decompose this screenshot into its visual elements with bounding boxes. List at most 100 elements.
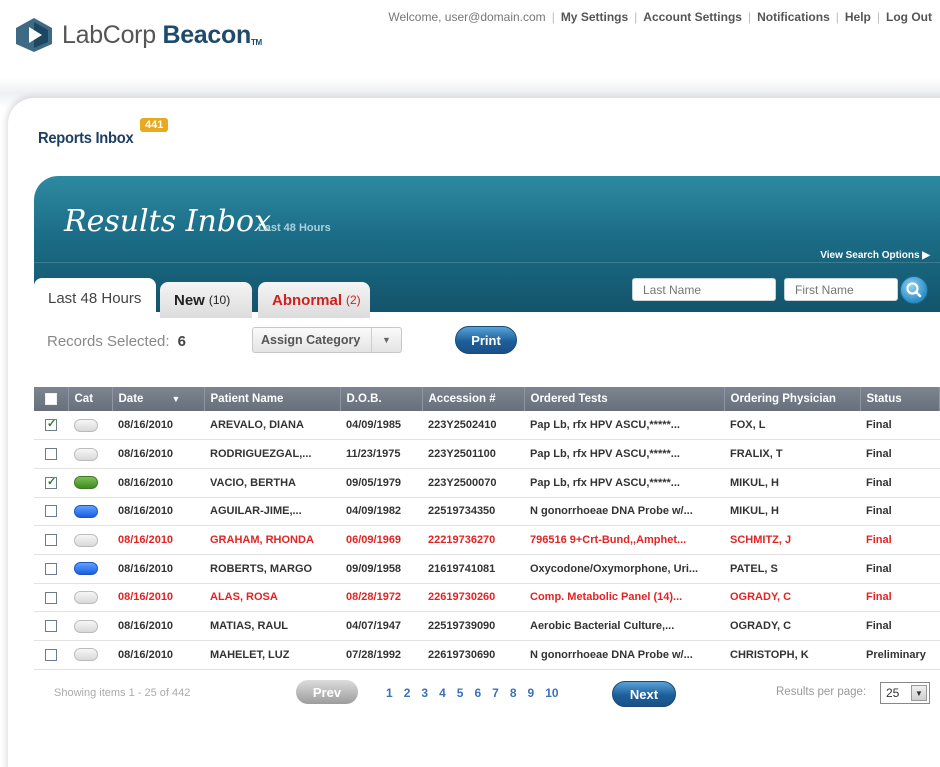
patient-name-cell: MATIAS, RAUL xyxy=(204,611,340,641)
status-cell: Final xyxy=(860,525,940,555)
dob-cell: 04/09/1985 xyxy=(340,411,422,441)
reports-inbox-link[interactable]: Reports Inbox xyxy=(38,130,134,148)
category-pill[interactable] xyxy=(74,590,98,604)
select-all-checkbox[interactable] xyxy=(44,392,57,405)
my-settings-link[interactable]: My Settings xyxy=(561,10,628,24)
category-pill[interactable] xyxy=(74,476,98,490)
ordering-physician-cell: MIKUL, H xyxy=(724,468,860,498)
category-pill[interactable] xyxy=(74,418,98,432)
row-checkbox-cell xyxy=(34,468,68,498)
column-header-ordering-physician[interactable]: Ordering Physician xyxy=(724,387,861,411)
status-cell: Preliminary xyxy=(860,640,940,670)
column-header-date[interactable]: Date ▼ xyxy=(112,387,205,411)
page-link[interactable]: 1 xyxy=(386,686,393,700)
column-header-patient-name[interactable]: Patient Name xyxy=(204,387,341,411)
category-cell xyxy=(68,468,112,498)
status-cell: Final xyxy=(860,611,940,641)
log-out-link[interactable]: Log Out xyxy=(886,10,932,24)
table-row[interactable]: 08/16/2010 GRAHAM, RHONDA 06/09/1969 222197… xyxy=(34,525,940,555)
page-link[interactable]: 4 xyxy=(439,686,446,700)
tab-last-48-hours[interactable]: Last 48 Hours xyxy=(34,278,156,318)
column-header-cat[interactable]: Cat xyxy=(68,387,113,411)
notifications-link[interactable]: Notifications xyxy=(757,10,830,24)
labcorp-beacon-logo[interactable]: LabCorp BeaconTM xyxy=(12,16,262,54)
row-checkbox[interactable] xyxy=(45,475,57,489)
chevron-down-icon: ▼ xyxy=(911,685,927,701)
row-checkbox[interactable] xyxy=(45,620,57,633)
row-checkbox[interactable] xyxy=(45,448,57,461)
row-checkbox[interactable] xyxy=(45,562,57,575)
assign-category-dropdown[interactable]: Assign Category ▼ xyxy=(252,327,402,353)
table-row[interactable]: 08/16/2010 MATIAS, RAUL 04/07/1947 22519739… xyxy=(34,611,940,641)
status-cell: Final xyxy=(860,497,940,527)
row-checkbox-cell xyxy=(34,497,68,527)
ordered-tests-cell: Pap Lb, rfx HPV ASCU,*****... xyxy=(524,439,724,469)
table-row[interactable]: 08/16/2010AREVALO, DIANA04/09/1985223Y25… xyxy=(34,411,940,441)
dob-cell: 11/23/1975 xyxy=(340,439,422,469)
prev-page-button[interactable]: Prev xyxy=(296,680,358,704)
tab-label: New xyxy=(174,291,205,309)
page-link[interactable]: 9 xyxy=(528,686,535,700)
tab-new[interactable]: New (10) xyxy=(160,282,252,318)
dob-cell: 09/09/1958 xyxy=(340,554,422,584)
logo-wordmark: LabCorp BeaconTM xyxy=(62,20,262,49)
page-link[interactable]: 7 xyxy=(492,686,499,700)
row-checkbox[interactable] xyxy=(45,505,57,518)
next-page-button[interactable]: Next xyxy=(612,681,676,707)
column-header-status[interactable]: Status xyxy=(860,387,940,411)
patient-name-cell: ROBERTS, MARGO xyxy=(204,554,340,584)
patient-name-cell: MAHELET, LUZ xyxy=(204,640,340,670)
table-header-row: Cat Date ▼ Patient Name D.O.B. Accession … xyxy=(34,387,940,411)
patient-name-cell: RODRIGUEZGAL,... xyxy=(204,439,340,469)
last-name-input[interactable] xyxy=(632,278,776,301)
table-row[interactable]: 08/16/2010VACIO, BERTHA09/05/1979223Y250… xyxy=(34,468,940,498)
row-checkbox-cell xyxy=(34,640,68,670)
search-icon xyxy=(906,282,922,298)
page-link[interactable]: 2 xyxy=(404,686,411,700)
table-row[interactable]: 08/16/2010 ROBERTS, MARGO 09/09/1958 216197… xyxy=(34,554,940,584)
status-cell: Final xyxy=(860,439,940,469)
page-link[interactable]: 5 xyxy=(457,686,464,700)
date-cell: 08/16/2010 xyxy=(112,611,204,641)
tab-abnormal[interactable]: Abnormal (2) xyxy=(258,282,370,318)
page-link[interactable]: 8 xyxy=(510,686,517,700)
row-checkbox[interactable] xyxy=(45,591,57,604)
column-header-dob[interactable]: D.O.B. xyxy=(340,387,423,411)
column-header-accession[interactable]: Accession # xyxy=(422,387,525,411)
pagination-summary: Showing items 1 - 25 of 442 xyxy=(54,687,191,699)
row-checkbox-cell xyxy=(34,554,68,584)
table-row[interactable]: 08/16/2010 AGUILAR-JIME,... 04/09/1982 2251… xyxy=(34,497,940,527)
tab-count: (10) xyxy=(208,293,231,307)
category-pill[interactable] xyxy=(74,619,98,633)
account-settings-link[interactable]: Account Settings xyxy=(643,10,742,24)
category-pill[interactable] xyxy=(74,504,98,518)
view-search-options-link[interactable]: View Search Options ▶ xyxy=(820,250,930,261)
help-link[interactable]: Help xyxy=(845,10,871,24)
dob-cell: 04/09/1982 xyxy=(340,497,422,527)
results-table: Cat Date ▼ Patient Name D.O.B. Accession … xyxy=(34,387,940,670)
page-link[interactable]: 10 xyxy=(545,686,558,700)
category-pill[interactable] xyxy=(74,533,98,547)
dob-cell: 04/07/1947 xyxy=(340,611,422,641)
row-checkbox[interactable] xyxy=(45,417,57,432)
category-cell xyxy=(68,497,112,527)
search-button[interactable] xyxy=(900,276,928,304)
results-per-page-select[interactable]: 25 ▼ xyxy=(880,682,930,704)
category-pill[interactable] xyxy=(74,562,98,576)
table-row[interactable]: 08/16/2010 RODRIGUEZGAL,... 11/23/1975 223Y… xyxy=(34,439,940,469)
records-selected-count: 6 xyxy=(177,333,186,350)
page-link[interactable]: 3 xyxy=(421,686,428,700)
table-row[interactable]: 08/16/2010 ALAS, ROSA 08/28/1972 2261973026… xyxy=(34,583,940,613)
first-name-input[interactable] xyxy=(784,278,898,301)
ordering-physician-cell: OGRADY, C xyxy=(724,583,860,613)
column-header-ordered-tests[interactable]: Ordered Tests xyxy=(524,387,725,411)
print-button[interactable]: Print xyxy=(455,326,517,354)
table-row[interactable]: 08/16/2010 MAHELET, LUZ 07/28/1992 22619730… xyxy=(34,640,940,670)
page-link[interactable]: 6 xyxy=(474,686,481,700)
patient-name-cell: ALAS, ROSA xyxy=(204,583,340,613)
row-checkbox[interactable] xyxy=(45,648,57,661)
row-checkbox[interactable] xyxy=(45,534,57,547)
category-cell xyxy=(68,554,112,584)
category-pill[interactable] xyxy=(74,648,98,662)
category-pill[interactable] xyxy=(74,447,98,461)
